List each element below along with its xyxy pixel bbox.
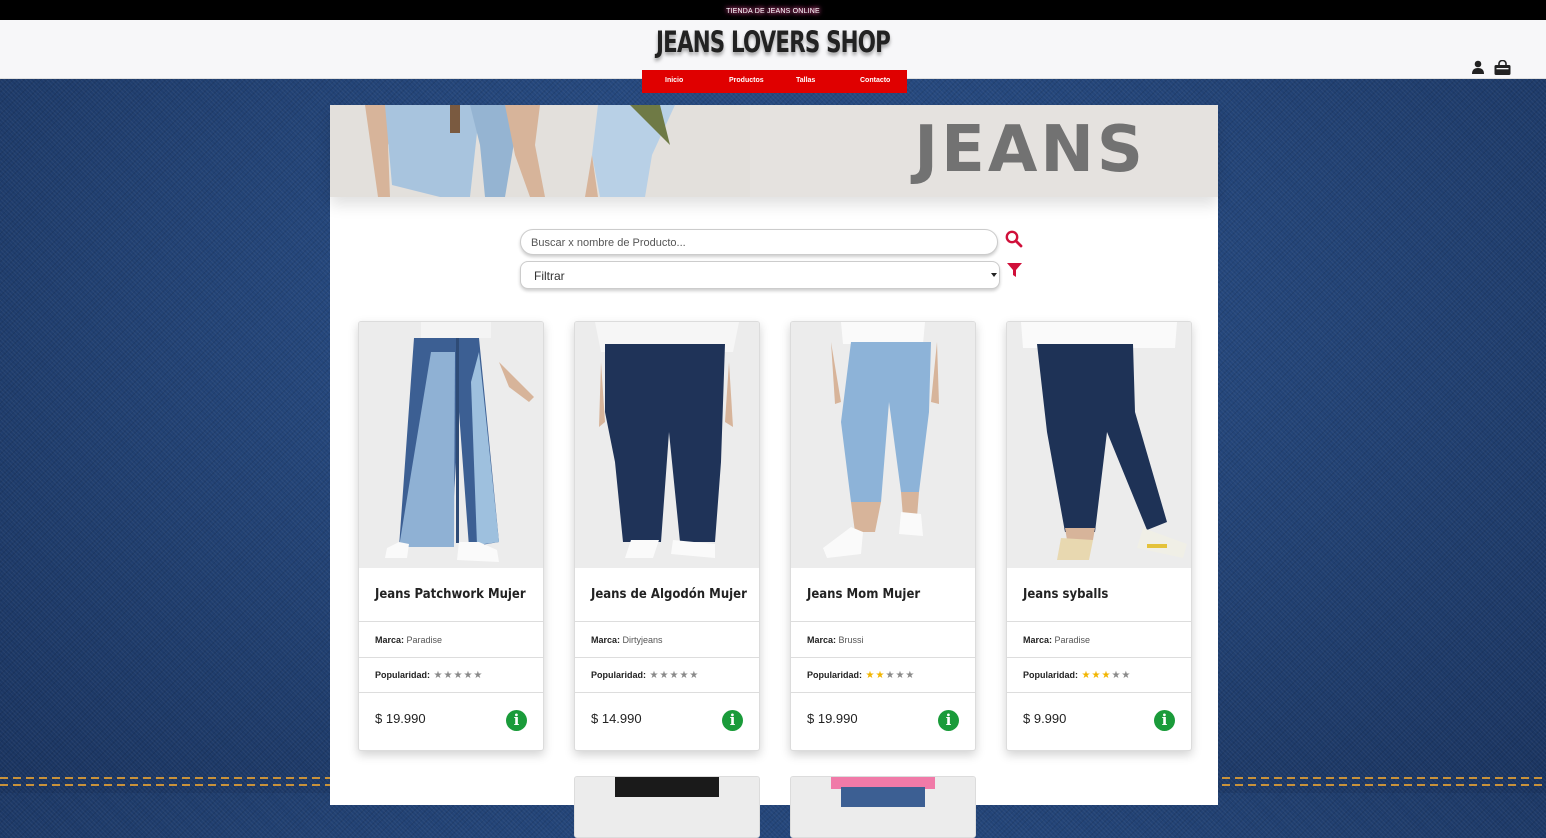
main-content: JEANS Buscar x nombre de Producto... Fil… — [330, 105, 1218, 838]
product-card[interactable]: Jeans Mom Mujer Marca: Brussi Popularida… — [790, 321, 976, 751]
star-icon: ★ — [679, 670, 689, 681]
product-brand: Marca: Dirtyjeans — [575, 621, 759, 657]
info-icon[interactable]: i — [506, 710, 527, 731]
hero-title: JEANS — [914, 113, 1146, 187]
product-image[interactable] — [1007, 322, 1191, 568]
brand-value: Dirtyjeans — [622, 635, 663, 645]
star-icon: ★ — [473, 670, 483, 681]
site-title[interactable]: JEANS LOVERS SHOP — [139, 25, 1407, 59]
search-input[interactable]: Buscar x nombre de Producto... — [520, 229, 998, 255]
product-card[interactable]: Jeans syballs Marca: Paradise Popularida… — [1006, 321, 1192, 751]
product-image — [791, 777, 975, 837]
product-popularity: Popularidad: ★★★★★ — [1007, 657, 1191, 692]
product-name[interactable]: Jeans Mom Mujer — [791, 569, 975, 621]
nav-contacto[interactable]: Contacto — [860, 77, 890, 84]
star-icon: ★ — [689, 670, 699, 681]
star-icon: ★ — [1081, 670, 1091, 681]
product-card[interactable] — [790, 776, 976, 838]
product-name[interactable]: Jeans de Algodón Mujer — [575, 569, 759, 621]
product-card[interactable] — [574, 776, 760, 838]
product-name[interactable]: Jeans syballs — [1007, 569, 1191, 621]
popularity-label: Popularidad: — [807, 670, 863, 680]
rating-stars: ★★★★★ — [865, 670, 915, 681]
rating-stars: ★★★★★ — [433, 670, 483, 681]
star-icon: ★ — [443, 670, 453, 681]
product-price: $ 19.990 — [807, 711, 858, 726]
product-price: $ 14.990 — [591, 711, 642, 726]
filter-select[interactable]: Filtrar — [520, 261, 1000, 289]
popularity-label: Popularidad: — [375, 670, 431, 680]
nav-inicio[interactable]: Inicio — [665, 77, 683, 84]
hero-banner: JEANS — [330, 105, 1218, 197]
tagline: TIENDA DE JEANS ONLINE — [726, 8, 820, 15]
product-popularity: Popularidad: ★★★★★ — [575, 657, 759, 692]
star-icon: ★ — [1111, 670, 1121, 681]
product-brand: Marca: Paradise — [1007, 621, 1191, 657]
star-icon: ★ — [865, 670, 875, 681]
brand-value: Brussi — [838, 635, 864, 645]
star-icon: ★ — [885, 670, 895, 681]
product-image — [575, 777, 759, 837]
brand-label: Marca: — [375, 635, 405, 645]
product-card[interactable]: Jeans Patchwork Mujer Marca: Paradise Po… — [358, 321, 544, 751]
product-image[interactable] — [575, 322, 759, 568]
info-icon[interactable]: i — [1154, 710, 1175, 731]
top-bar: TIENDA DE JEANS ONLINE — [0, 0, 1546, 20]
product-price-row: $ 19.990 i — [791, 692, 975, 750]
product-price: $ 19.990 — [375, 711, 426, 726]
star-icon: ★ — [1101, 670, 1111, 681]
rating-stars: ★★★★★ — [1081, 670, 1131, 681]
star-icon: ★ — [669, 670, 679, 681]
hero-image — [330, 105, 750, 197]
product-name[interactable]: Jeans Patchwork Mujer — [359, 569, 543, 621]
filter-icon[interactable] — [1007, 263, 1022, 282]
nav-tallas[interactable]: Tallas — [796, 77, 815, 84]
main-nav: Inicio Productos Tallas Contacto — [642, 70, 907, 93]
info-icon[interactable]: i — [938, 710, 959, 731]
product-price-row: $ 9.990 i — [1007, 692, 1191, 750]
info-icon[interactable]: i — [722, 710, 743, 731]
star-icon: ★ — [659, 670, 669, 681]
brand-value: Paradise — [1054, 635, 1091, 645]
header-actions — [1472, 59, 1511, 80]
product-card[interactable]: Jeans de Algodón Mujer Marca: Dirtyjeans… — [574, 321, 760, 751]
product-price-row: $ 19.990 i — [359, 692, 543, 750]
brand-value: Paradise — [406, 635, 443, 645]
star-icon: ★ — [905, 670, 915, 681]
popularity-label: Popularidad: — [591, 670, 647, 680]
star-icon: ★ — [875, 670, 885, 681]
brand-label: Marca: — [807, 635, 837, 645]
star-icon: ★ — [1091, 670, 1101, 681]
chevron-down-icon — [991, 273, 997, 277]
product-price: $ 9.990 — [1023, 711, 1067, 726]
product-price-row: $ 14.990 i — [575, 692, 759, 750]
star-icon: ★ — [453, 670, 463, 681]
shopping-bag-icon[interactable] — [1494, 59, 1511, 80]
rating-stars: ★★★★★ — [649, 670, 699, 681]
product-image[interactable] — [791, 322, 975, 568]
brand-label: Marca: — [591, 635, 621, 645]
nav-productos[interactable]: Productos — [729, 77, 764, 84]
brand-label: Marca: — [1023, 635, 1053, 645]
filter-selected: Filtrar — [534, 269, 565, 283]
star-icon: ★ — [433, 670, 443, 681]
product-popularity: Popularidad: ★★★★★ — [791, 657, 975, 692]
product-brand: Marca: Paradise — [359, 621, 543, 657]
star-icon: ★ — [463, 670, 473, 681]
product-brand: Marca: Brussi — [791, 621, 975, 657]
search-icon[interactable] — [1005, 230, 1023, 253]
product-popularity: Popularidad: ★★★★★ — [359, 657, 543, 692]
star-icon: ★ — [649, 670, 659, 681]
popularity-label: Popularidad: — [1023, 670, 1079, 680]
star-icon: ★ — [1121, 670, 1131, 681]
user-icon[interactable] — [1472, 60, 1484, 80]
star-icon: ★ — [895, 670, 905, 681]
product-image[interactable] — [359, 322, 543, 568]
